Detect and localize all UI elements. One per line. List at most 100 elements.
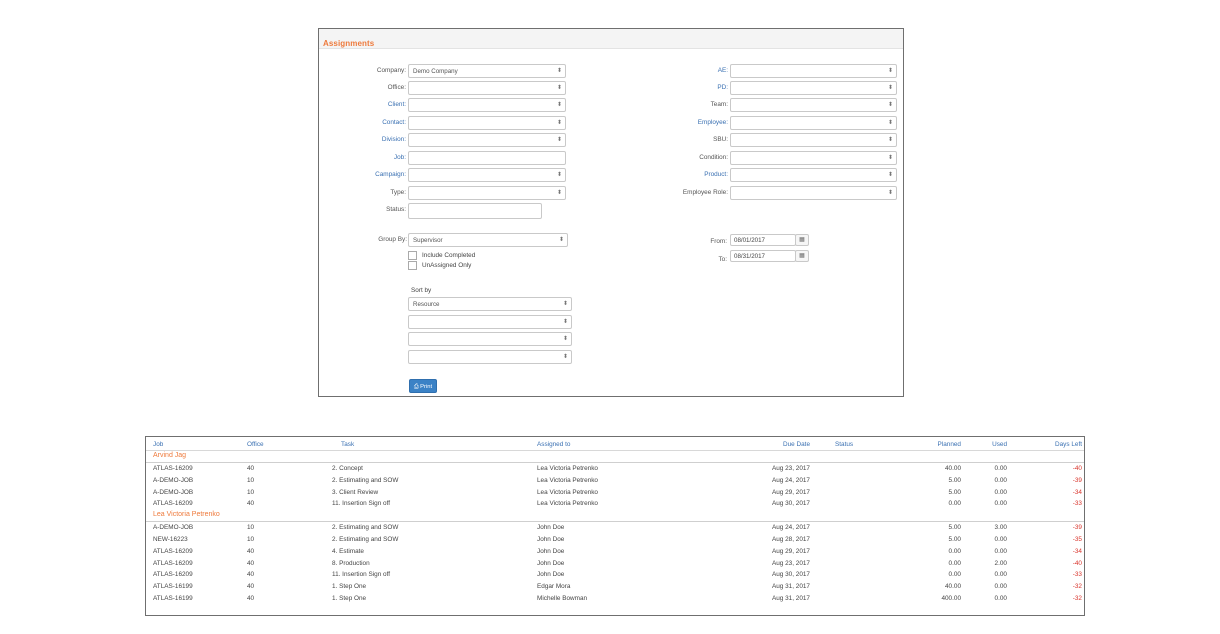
table-body: Arvind Jag ATLAS-16209 40 2. Concept Lea Vic…: [146, 451, 1084, 605]
cell-task: 1. Step One: [332, 583, 367, 591]
cell-job: NEW-16223: [153, 535, 188, 543]
field-label[interactable]: Client:: [388, 101, 406, 108]
cell-task: 4. Estimate: [332, 547, 364, 555]
field-label[interactable]: Product:: [704, 171, 728, 178]
column-header-status[interactable]: Status: [835, 441, 853, 448]
column-header-used[interactable]: Used: [992, 441, 1007, 448]
group-by-select[interactable]: Supervisor ⬍: [408, 233, 568, 247]
field-label-row: Campaign:: [319, 169, 406, 183]
table-row[interactable]: NEW-16223 10 2. Estimating and SOW John Doe…: [146, 534, 1084, 546]
field-label-row: Company:: [319, 65, 406, 79]
table-row[interactable]: ATLAS-16199 40 1. Step One Michelle Bowman A…: [146, 593, 1084, 605]
sort-by-select[interactable]: Resource ⬍: [408, 297, 572, 311]
print-button[interactable]: ⎙ Print: [409, 379, 437, 393]
column-header-days-left[interactable]: Days Left: [1055, 441, 1082, 448]
field-label-row: Employee:: [619, 117, 728, 131]
filter-select[interactable]: ⬍: [730, 81, 897, 95]
cell-office: 40: [247, 547, 255, 555]
field-label[interactable]: Job:: [394, 154, 406, 161]
filter-select[interactable]: ⬍: [408, 133, 566, 147]
select-arrow-icon: ⬍: [556, 102, 562, 108]
cell-due: Aug 23, 2017: [771, 465, 810, 472]
cell-days-left: -32: [1072, 594, 1082, 602]
table-row[interactable]: A-DEMO-JOB 10 3. Client Review Lea Victoria…: [146, 487, 1084, 499]
table-row[interactable]: A-DEMO-JOB 10 2. Estimating and SOW John Do…: [146, 522, 1084, 534]
cell-task: 8. Production: [332, 559, 370, 567]
unassigned-only-checkbox[interactable]: [408, 261, 417, 270]
cell-days-left: -39: [1072, 524, 1082, 532]
sort-by-select[interactable]: ⬍: [408, 314, 572, 329]
from-calendar-button[interactable]: ▦: [795, 234, 809, 246]
field-label-row: SBU:: [619, 134, 728, 148]
group-by-label: Group By:: [378, 236, 407, 243]
table-row[interactable]: ATLAS-16209 40 4. Estimate John Doe Aug 29, …: [146, 546, 1084, 558]
to-calendar-button[interactable]: ▦: [795, 250, 809, 262]
cell-days-left: -40: [1072, 559, 1082, 567]
field-label[interactable]: PD:: [717, 84, 728, 91]
group-name: Lea Victoria Petrenko: [153, 511, 220, 519]
field-label[interactable]: Division:: [382, 136, 406, 143]
table-header: Job Office Task Assigned to Due Date Status Pl…: [146, 437, 1084, 451]
column-header-due[interactable]: Due Date: [783, 441, 810, 448]
select-arrow-icon: ⬍: [887, 120, 893, 126]
select-arrow-icon: ⬍: [558, 237, 564, 243]
field-label[interactable]: Contact:: [382, 119, 406, 126]
filter-select[interactable]: ⬍: [730, 116, 897, 130]
cell-days-left: -40: [1072, 465, 1082, 472]
select-arrow-icon: ⬍: [887, 172, 893, 178]
field-label[interactable]: Campaign:: [375, 171, 406, 178]
cell-assigned: Edgar Mora: [537, 583, 571, 591]
column-header-assigned[interactable]: Assigned to: [537, 441, 570, 448]
filter-select[interactable]: ⬍: [730, 168, 897, 182]
table-row[interactable]: ATLAS-16209 40 8. Production John Doe Aug 23…: [146, 558, 1084, 570]
cell-planned: 40.00: [945, 465, 961, 472]
sort-by-select[interactable]: ⬍: [408, 349, 572, 364]
calendar-icon: ▦: [799, 253, 805, 259]
filter-select[interactable]: ⬍: [408, 168, 566, 182]
select-arrow-icon: ⬍: [562, 336, 568, 342]
field-label-row: Office:: [319, 82, 406, 96]
filter-select[interactable]: ⬍: [730, 64, 897, 78]
include-completed-checkbox[interactable]: [408, 251, 417, 260]
filter-select[interactable]: ⬍: [730, 98, 897, 112]
page: Assignments Company: Demo Company ⬍ Office:…: [0, 0, 1220, 634]
filter-select[interactable]: ⬍: [408, 116, 566, 130]
cell-office: 10: [247, 524, 255, 532]
table-row[interactable]: ATLAS-16209 40 11. Insertion Sign off Lea V…: [146, 498, 1084, 510]
cell-planned: 40.00: [945, 583, 961, 591]
column-header-job[interactable]: Job: [153, 441, 163, 448]
sort-by-select[interactable]: ⬍: [408, 332, 572, 346]
filter-select[interactable]: ⬍: [730, 133, 897, 147]
column-header-office[interactable]: Office: [247, 441, 264, 448]
table-row[interactable]: ATLAS-16199 40 1. Step One Edgar Mora Aug 31…: [146, 581, 1084, 593]
table-row[interactable]: ATLAS-16209 40 11. Insertion Sign off John …: [146, 569, 1084, 581]
to-date-value: 08/31/2017: [734, 253, 765, 260]
column-header-task[interactable]: Task: [341, 441, 354, 448]
table-row[interactable]: A-DEMO-JOB 10 2. Estimating and SOW Lea Vic…: [146, 475, 1084, 487]
filter-select[interactable]: ⬍: [408, 186, 566, 200]
cell-task: 2. Estimating and SOW: [332, 524, 399, 532]
field-label[interactable]: Employee:: [698, 119, 728, 126]
filter-select[interactable]: Demo Company ⬍: [408, 64, 566, 78]
filter-select[interactable]: ⬍: [730, 151, 897, 165]
status-listbox[interactable]: [408, 203, 542, 219]
filter-select[interactable]: ⬍: [408, 81, 566, 95]
job-input[interactable]: [408, 151, 566, 165]
field-label-row: Product:: [619, 169, 728, 183]
filter-select[interactable]: ⬍: [730, 186, 897, 200]
column-header-planned[interactable]: Planned: [938, 441, 961, 448]
field-label[interactable]: AE:: [718, 67, 728, 74]
field-label-row: AE:: [619, 65, 728, 79]
group-name: Arvind Jag: [153, 452, 187, 459]
from-date-input[interactable]: 08/01/2017: [730, 234, 796, 246]
filter-select[interactable]: ⬍: [408, 98, 566, 112]
select-arrow-icon: ⬍: [887, 68, 893, 74]
table-row[interactable]: ATLAS-16209 40 2. Concept Lea Victoria Petr…: [146, 463, 1084, 475]
cell-due: Aug 23, 2017: [771, 559, 810, 567]
field-label-row: Job:: [319, 152, 406, 166]
to-date-input[interactable]: 08/31/2017: [730, 250, 796, 262]
cell-job: A-DEMO-JOB: [153, 476, 194, 484]
printer-icon: ⎙: [413, 384, 419, 390]
select-arrow-icon: ⬍: [887, 155, 893, 161]
cell-planned: 400.00: [941, 594, 961, 602]
